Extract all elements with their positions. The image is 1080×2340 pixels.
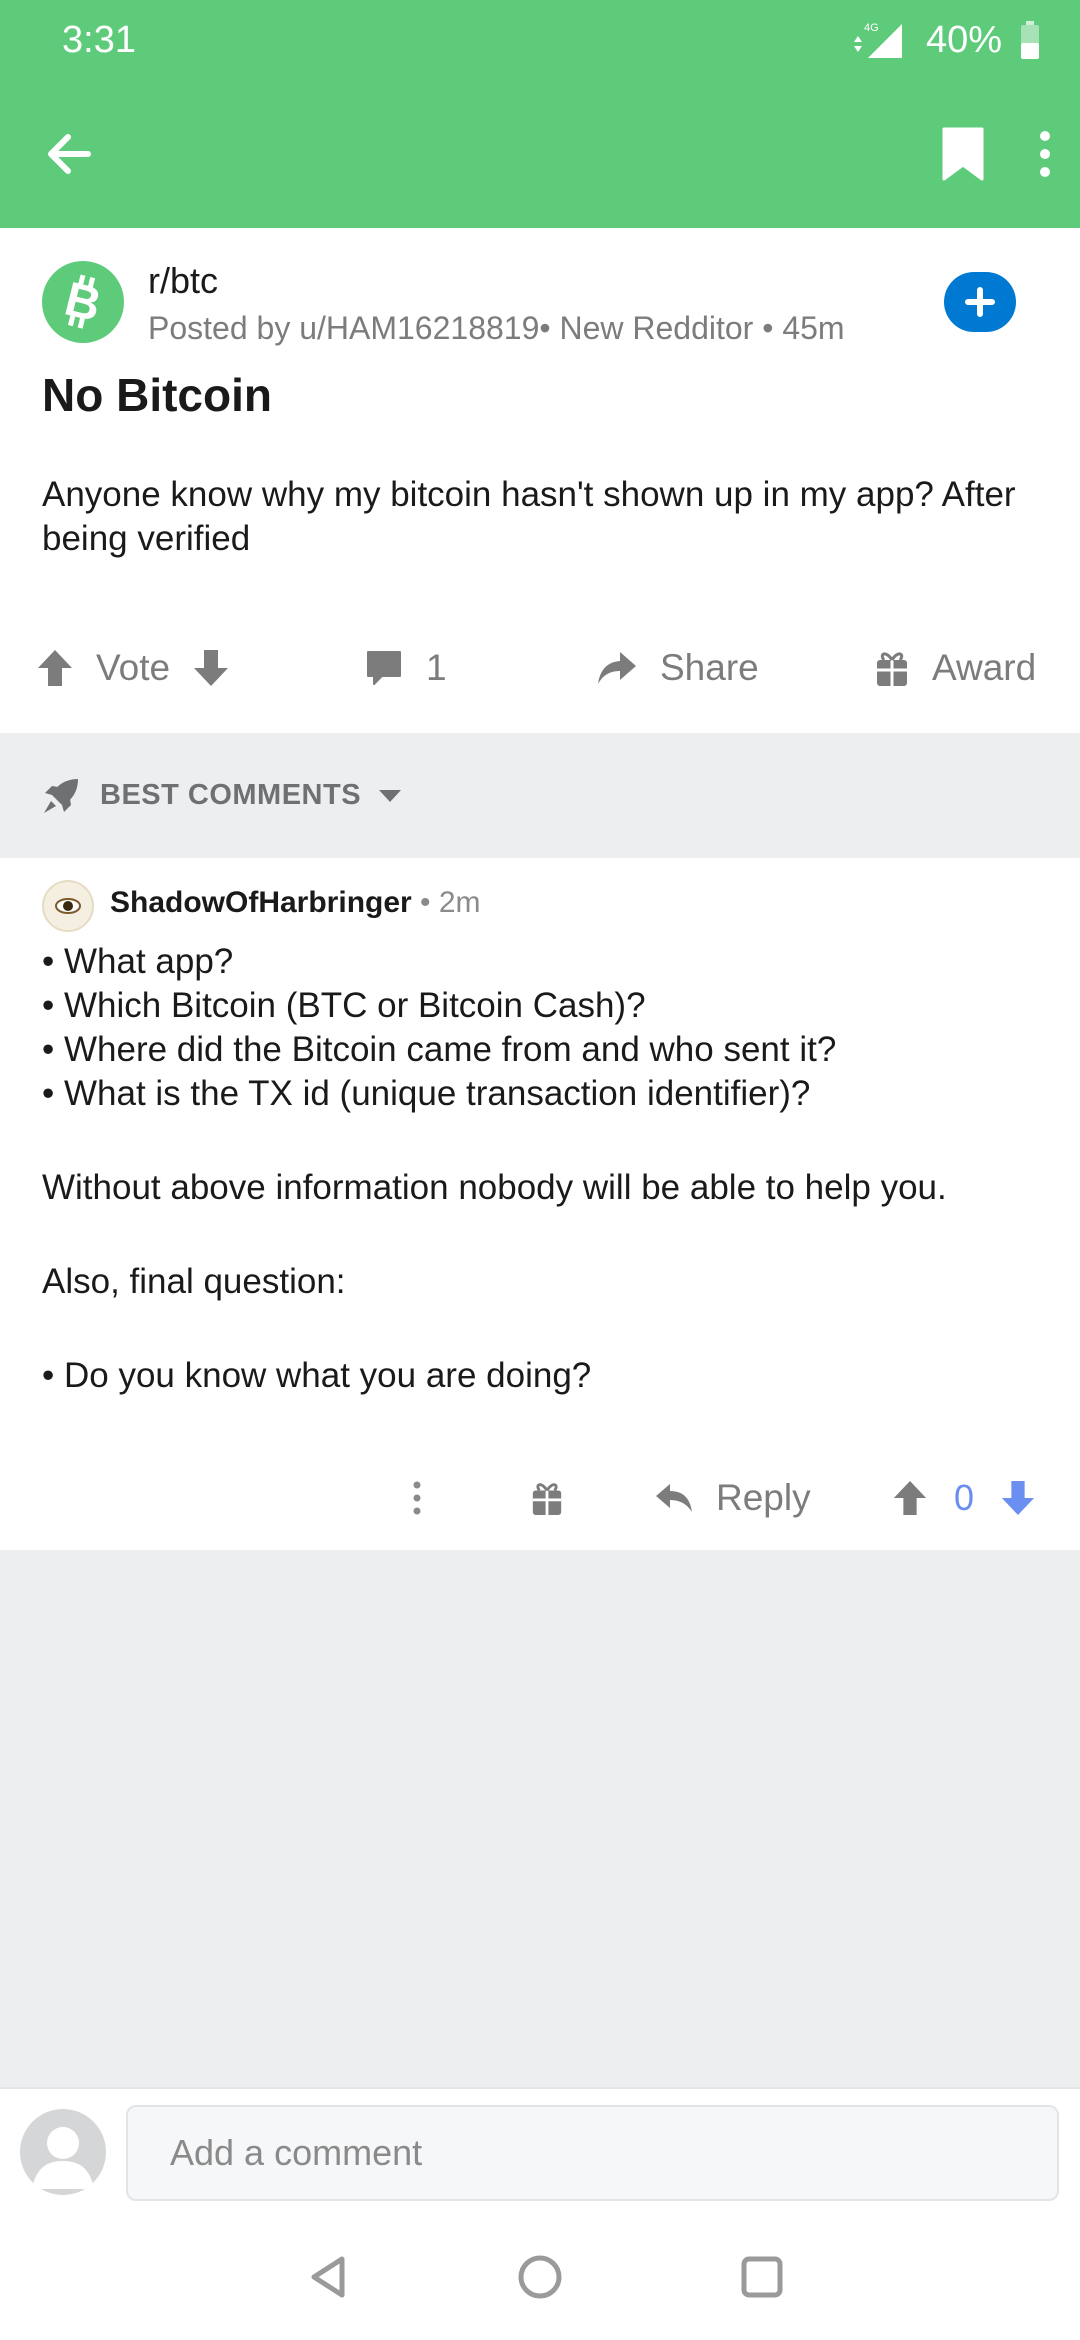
comment-line: Also, final question: xyxy=(42,1262,346,1301)
upvote-button[interactable] xyxy=(36,648,74,688)
share-button[interactable]: Share xyxy=(596,623,781,713)
bookmark-icon xyxy=(942,127,984,181)
comment-line: • What app? xyxy=(42,942,234,981)
post-title: No Bitcoin xyxy=(42,369,272,421)
comment: ShadowOfHarbringer • 2m • What app? • Wh… xyxy=(0,858,1080,1550)
award-button[interactable]: Award xyxy=(874,623,1058,713)
back-triangle-icon xyxy=(311,2256,345,2298)
user-avatar[interactable] xyxy=(20,2109,106,2195)
comment-count: 1 xyxy=(426,647,447,688)
status-bar: 3:31 4G 40% xyxy=(0,0,1080,80)
bitcoin-icon: B xyxy=(60,273,106,332)
upvote-icon xyxy=(893,1480,927,1516)
post-body: Anyone know why my bitcoin hasn't shown … xyxy=(42,475,1016,558)
more-vertical-icon xyxy=(413,1481,421,1515)
status-time: 3:31 xyxy=(62,18,136,61)
empty-area xyxy=(0,1550,1080,2087)
rocket-icon xyxy=(44,778,78,813)
reply-icon xyxy=(656,1484,692,1512)
downvote-icon xyxy=(194,650,229,686)
post-meta: Posted by u/HAM16218819• New Redditor • … xyxy=(148,310,845,346)
user-icon xyxy=(32,2127,94,2189)
gift-icon xyxy=(532,1483,562,1515)
home-circle-icon xyxy=(518,2255,562,2299)
nav-recents-button[interactable] xyxy=(732,2247,792,2307)
gift-icon xyxy=(877,652,907,686)
signal-icon: 4G xyxy=(850,20,908,60)
vote-group: Vote xyxy=(36,623,230,713)
save-button[interactable] xyxy=(940,127,986,181)
comment-line: • Where did the Bitcoin came from and wh… xyxy=(42,1030,837,1069)
comment-score: 0 xyxy=(954,1477,975,1518)
vote-label: Vote xyxy=(96,647,171,688)
comment-upvote-button[interactable] xyxy=(892,1479,928,1517)
comment-author[interactable]: ShadowOfHarbringer xyxy=(110,886,412,919)
comments-button[interactable]: 1 xyxy=(364,623,469,713)
subreddit-name[interactable]: r/btc xyxy=(148,260,218,302)
more-options-button[interactable] xyxy=(1038,129,1052,179)
share-icon xyxy=(598,652,636,684)
battery-percent: 40% xyxy=(925,18,1002,61)
top-toolbar xyxy=(0,80,1080,228)
comment-line: • What is the TX id (unique transaction … xyxy=(42,1074,811,1113)
comment-action-bar: Reply 0 xyxy=(0,1458,1080,1538)
back-arrow-icon xyxy=(48,134,91,174)
nav-back-button[interactable] xyxy=(300,2247,360,2307)
downvote-icon xyxy=(1001,1480,1035,1516)
comment-header: ShadowOfHarbringer • 2m xyxy=(110,886,481,920)
post-action-bar: Vote 1 Share Award xyxy=(0,623,1080,713)
comment-downvote-button[interactable] xyxy=(1000,1479,1036,1517)
comment-vote-group: 0 xyxy=(892,1458,1036,1538)
system-nav-bar xyxy=(0,2217,1080,2340)
award-label: Award xyxy=(932,647,1037,688)
comment-more-button[interactable] xyxy=(412,1458,422,1538)
plus-icon xyxy=(965,287,995,317)
battery-icon xyxy=(1020,21,1040,59)
subreddit-avatar[interactable]: B xyxy=(42,261,124,343)
add-comment-bar xyxy=(0,2087,1080,2217)
recents-square-icon xyxy=(741,2256,783,2298)
network-label: 4G xyxy=(864,22,879,34)
eye-icon xyxy=(55,898,81,914)
comment-sort-button[interactable]: BEST COMMENTS xyxy=(42,777,403,815)
reply-label: Reply xyxy=(716,1477,811,1518)
downvote-button[interactable] xyxy=(192,648,230,688)
join-button[interactable] xyxy=(944,272,1016,332)
comment-sort-bar: BEST COMMENTS xyxy=(0,733,1080,858)
commenter-avatar[interactable] xyxy=(42,880,94,932)
nav-home-button[interactable] xyxy=(510,2247,570,2307)
comment-line: • Do you know what you are doing? xyxy=(42,1356,592,1395)
more-vertical-icon xyxy=(1040,131,1050,177)
comment-body: • What app? • Which Bitcoin (BTC or Bitc… xyxy=(42,940,1042,1398)
post: B r/btc Posted by u/HAM16218819• New Red… xyxy=(0,228,1080,733)
add-comment-input[interactable] xyxy=(126,2105,1059,2201)
comment-icon xyxy=(367,651,401,685)
share-label: Share xyxy=(660,647,759,688)
comment-line: • Which Bitcoin (BTC or Bitcoin Cash)? xyxy=(42,986,646,1025)
comment-time: • 2m xyxy=(411,886,481,919)
upvote-icon xyxy=(38,650,72,686)
back-button[interactable] xyxy=(44,129,94,179)
status-icons: 4G 40% xyxy=(850,19,1040,62)
sort-label: BEST COMMENTS xyxy=(100,779,362,811)
comment-line: Without above information nobody will be… xyxy=(42,1168,947,1207)
reply-button[interactable]: Reply xyxy=(654,1458,811,1538)
caret-down-icon xyxy=(379,789,402,802)
comment-award-button[interactable] xyxy=(530,1458,564,1538)
